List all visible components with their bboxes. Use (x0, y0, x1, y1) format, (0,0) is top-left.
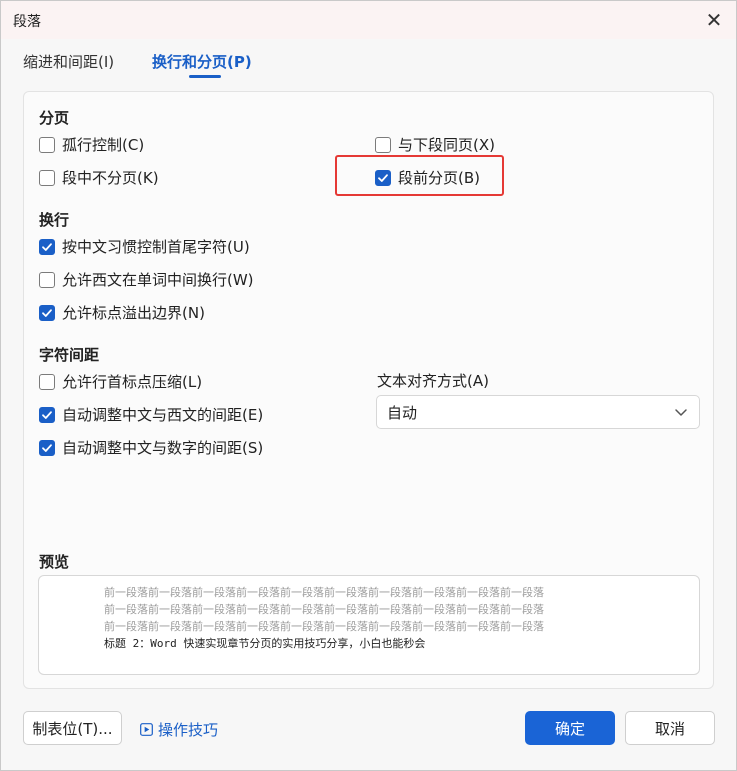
ok-button[interactable]: 确定 (525, 711, 615, 745)
play-icon (140, 723, 153, 736)
tab-line-page-breaks[interactable]: 换行和分页(P) (152, 51, 252, 72)
text-align-select[interactable]: 自动 (376, 395, 700, 429)
close-icon[interactable]: ✕ (699, 5, 729, 35)
section-pagination: 分页 (39, 109, 70, 127)
hanging-punctuation-checkbox[interactable]: 允许标点溢出边界(N) (39, 302, 205, 323)
checkmark-icon (42, 443, 52, 452)
preview-label: 预览 (39, 553, 70, 571)
checkbox-box[interactable] (39, 271, 55, 288)
section-char-spacing: 字符间距 (39, 346, 100, 364)
preview-prev-line: 前一段落前一段落前一段落前一段落前一段落前一段落前一段落前一段落前一段落前一段落 (104, 620, 544, 633)
checkbox-box[interactable] (39, 238, 55, 255)
checkbox-label: 允许西文在单词中间换行(W) (62, 271, 254, 289)
checkbox-box[interactable] (39, 406, 55, 423)
highlight-box (335, 155, 504, 196)
title-bar: 段落 ✕ (1, 1, 736, 39)
checkbox-box[interactable] (39, 169, 55, 186)
cancel-button[interactable]: 取消 (625, 711, 715, 745)
checkbox-label: 自动调整中文与西文的间距(E) (62, 406, 264, 424)
preview-current-line: 标题 2：Word 快速实现章节分页的实用技巧分享，小白也能秒会 (104, 637, 426, 650)
paragraph-dialog: 段落 ✕ 缩进和间距(I) 换行和分页(P) 分页 孤行控制(C) 与下段同页(… (0, 0, 737, 771)
chevron-down-icon (675, 409, 687, 416)
checkbox-label: 与下段同页(X) (398, 136, 495, 154)
checkmark-icon (42, 242, 52, 251)
checkbox-label: 按中文习惯控制首尾字符(U) (62, 238, 250, 256)
compress-punctuation-checkbox[interactable]: 允许行首标点压缩(L) (39, 371, 202, 392)
keep-with-next-checkbox[interactable]: 与下段同页(X) (375, 134, 495, 155)
checkmark-icon (42, 308, 52, 317)
checkbox-box[interactable] (375, 136, 391, 153)
widow-control-checkbox[interactable]: 孤行控制(C) (39, 134, 144, 155)
chinese-line-rules-checkbox[interactable]: 按中文习惯控制首尾字符(U) (39, 236, 250, 257)
keep-lines-together-checkbox[interactable]: 段中不分页(K) (39, 167, 159, 188)
auto-space-numbers-checkbox[interactable]: 自动调整中文与数字的间距(S) (39, 437, 263, 458)
section-line-break: 换行 (39, 211, 70, 229)
allow-word-wrap-checkbox[interactable]: 允许西文在单词中间换行(W) (39, 269, 254, 290)
checkbox-label: 段中不分页(K) (62, 169, 159, 187)
active-tab-indicator (189, 75, 221, 78)
tips-label: 操作技巧 (158, 721, 219, 739)
preview-prev-line: 前一段落前一段落前一段落前一段落前一段落前一段落前一段落前一段落前一段落前一段落 (104, 586, 544, 599)
checkbox-box[interactable] (39, 373, 55, 390)
text-align-label: 文本对齐方式(A) (377, 372, 489, 390)
tab-indent-spacing[interactable]: 缩进和间距(I) (23, 51, 114, 72)
tips-link[interactable]: 操作技巧 (140, 719, 218, 740)
checkmark-icon (42, 410, 52, 419)
dialog-title: 段落 (13, 14, 41, 30)
preview-box: 前一段落前一段落前一段落前一段落前一段落前一段落前一段落前一段落前一段落前一段落… (38, 575, 700, 675)
preview-prev-line: 前一段落前一段落前一段落前一段落前一段落前一段落前一段落前一段落前一段落前一段落 (104, 603, 544, 616)
checkbox-label: 允许行首标点压缩(L) (62, 373, 203, 391)
tab-stops-button[interactable]: 制表位(T)... (23, 711, 122, 745)
checkbox-label: 允许标点溢出边界(N) (62, 304, 205, 322)
checkbox-label: 自动调整中文与数字的间距(S) (62, 439, 264, 457)
checkbox-label: 孤行控制(C) (62, 136, 145, 154)
checkbox-box[interactable] (39, 136, 55, 153)
checkbox-box[interactable] (39, 439, 55, 456)
auto-space-western-checkbox[interactable]: 自动调整中文与西文的间距(E) (39, 404, 263, 425)
checkbox-box[interactable] (39, 304, 55, 321)
text-align-value: 自动 (387, 403, 418, 422)
